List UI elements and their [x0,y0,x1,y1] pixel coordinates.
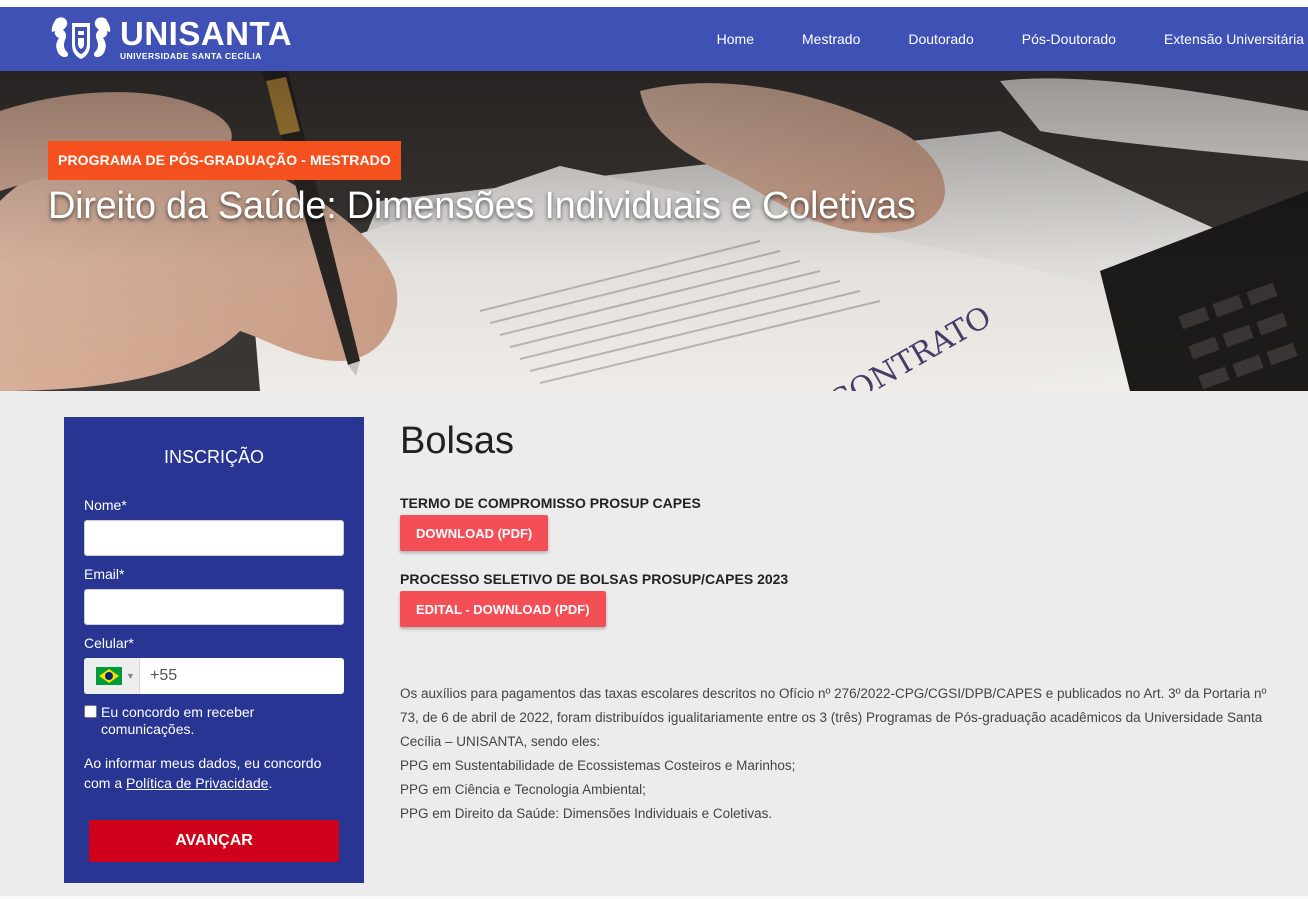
edital-download-button[interactable]: EDITAL - DOWNLOAD (PDF) [400,591,606,627]
brazil-flag-icon [96,667,122,685]
page-heading: Bolsas [400,420,515,462]
logo-title: UNISANTA [120,14,293,52]
paragraph-line: Os auxílios para pagamentos das taxas es… [400,686,1267,701]
hero-banner: CONTRATO PROGRAMA DE PÓS-GRADUAÇÃO - MES… [0,71,1308,391]
seahorse-emblem-icon [51,17,111,59]
nav-mestrado[interactable]: Mestrado [802,31,860,47]
caret-down-icon: ▼ [126,671,135,681]
consent-checkbox[interactable] [84,705,97,718]
name-label: Nome* [84,497,127,513]
logo-subtitle: UNIVERSIDADE SANTA CECÍLIA [120,50,262,61]
paragraph-line: PPG em Direito da Saúde: Dimensões Indiv… [400,806,773,821]
phone-input[interactable]: +55 [140,658,177,694]
privacy-notice: Ao informar meus dados, eu concordo com … [84,753,344,793]
phone-field: ▼ +55 [84,658,344,694]
paragraph-line: PPG em Ciência e Tecnologia Ambiental; [400,782,646,797]
submit-button[interactable]: AVANÇAR [89,820,339,862]
paragraph-line: Cecília – UNISANTA, sendo eles: [400,734,601,749]
program-tag: PROGRAMA DE PÓS-GRADUAÇÃO - MESTRADO [48,141,401,180]
email-label: Email* [84,566,125,582]
consent-label: Eu concordo em receber comunicações. [101,704,255,737]
site-header: UNISANTA UNIVERSIDADE SANTA CECÍLIA Home… [0,7,1308,71]
nav-extensao[interactable]: Extensão Universitária [1164,31,1304,47]
paragraph-line: PPG em Sustentabilidade de Ecossistemas … [400,758,796,773]
inscricao-form: INSCRIÇÃO Nome* Email* Celular* ▼ +55 Eu… [64,417,364,883]
logo-text: UNISANTA UNIVERSIDADE SANTA CECÍLIA [120,14,293,61]
bolsas-paragraph: Os auxílios para pagamentos das taxas es… [400,682,1300,826]
main-nav: Home Mestrado Doutorado Pós-Doutorado Ex… [669,7,1308,71]
name-input[interactable] [84,520,344,556]
privacy-policy-link[interactable]: Política de Privacidade [126,775,268,791]
nav-doutorado[interactable]: Doutorado [908,31,973,47]
phone-label: Celular* [84,635,134,651]
program-title: Direito da Saúde: Dimensões Individuais … [48,185,916,227]
email-input[interactable] [84,589,344,625]
consent-row: Eu concordo em receber comunicações. [84,704,344,738]
nav-pos-doutorado[interactable]: Pós-Doutorado [1022,31,1116,47]
download-pdf-button[interactable]: DOWNLOAD (PDF) [400,515,549,551]
form-title: INSCRIÇÃO [163,447,264,467]
section-title-processo: PROCESSO SELETIVO DE BOLSAS PROSUP/CAPES… [400,571,789,587]
privacy-end: . [268,775,273,791]
country-selector[interactable]: ▼ [84,658,140,694]
top-strip [0,0,1308,7]
hero-background-image: CONTRATO [0,71,1308,391]
nav-home[interactable]: Home [717,31,754,47]
section-title-termo: TERMO DE COMPROMISSO PROSUP CAPES [400,495,701,511]
unisanta-logo[interactable]: UNISANTA UNIVERSIDADE SANTA CECÍLIA [46,13,292,65]
paragraph-line: 73, de 6 de abril de 2022, foram distrib… [400,710,1263,725]
